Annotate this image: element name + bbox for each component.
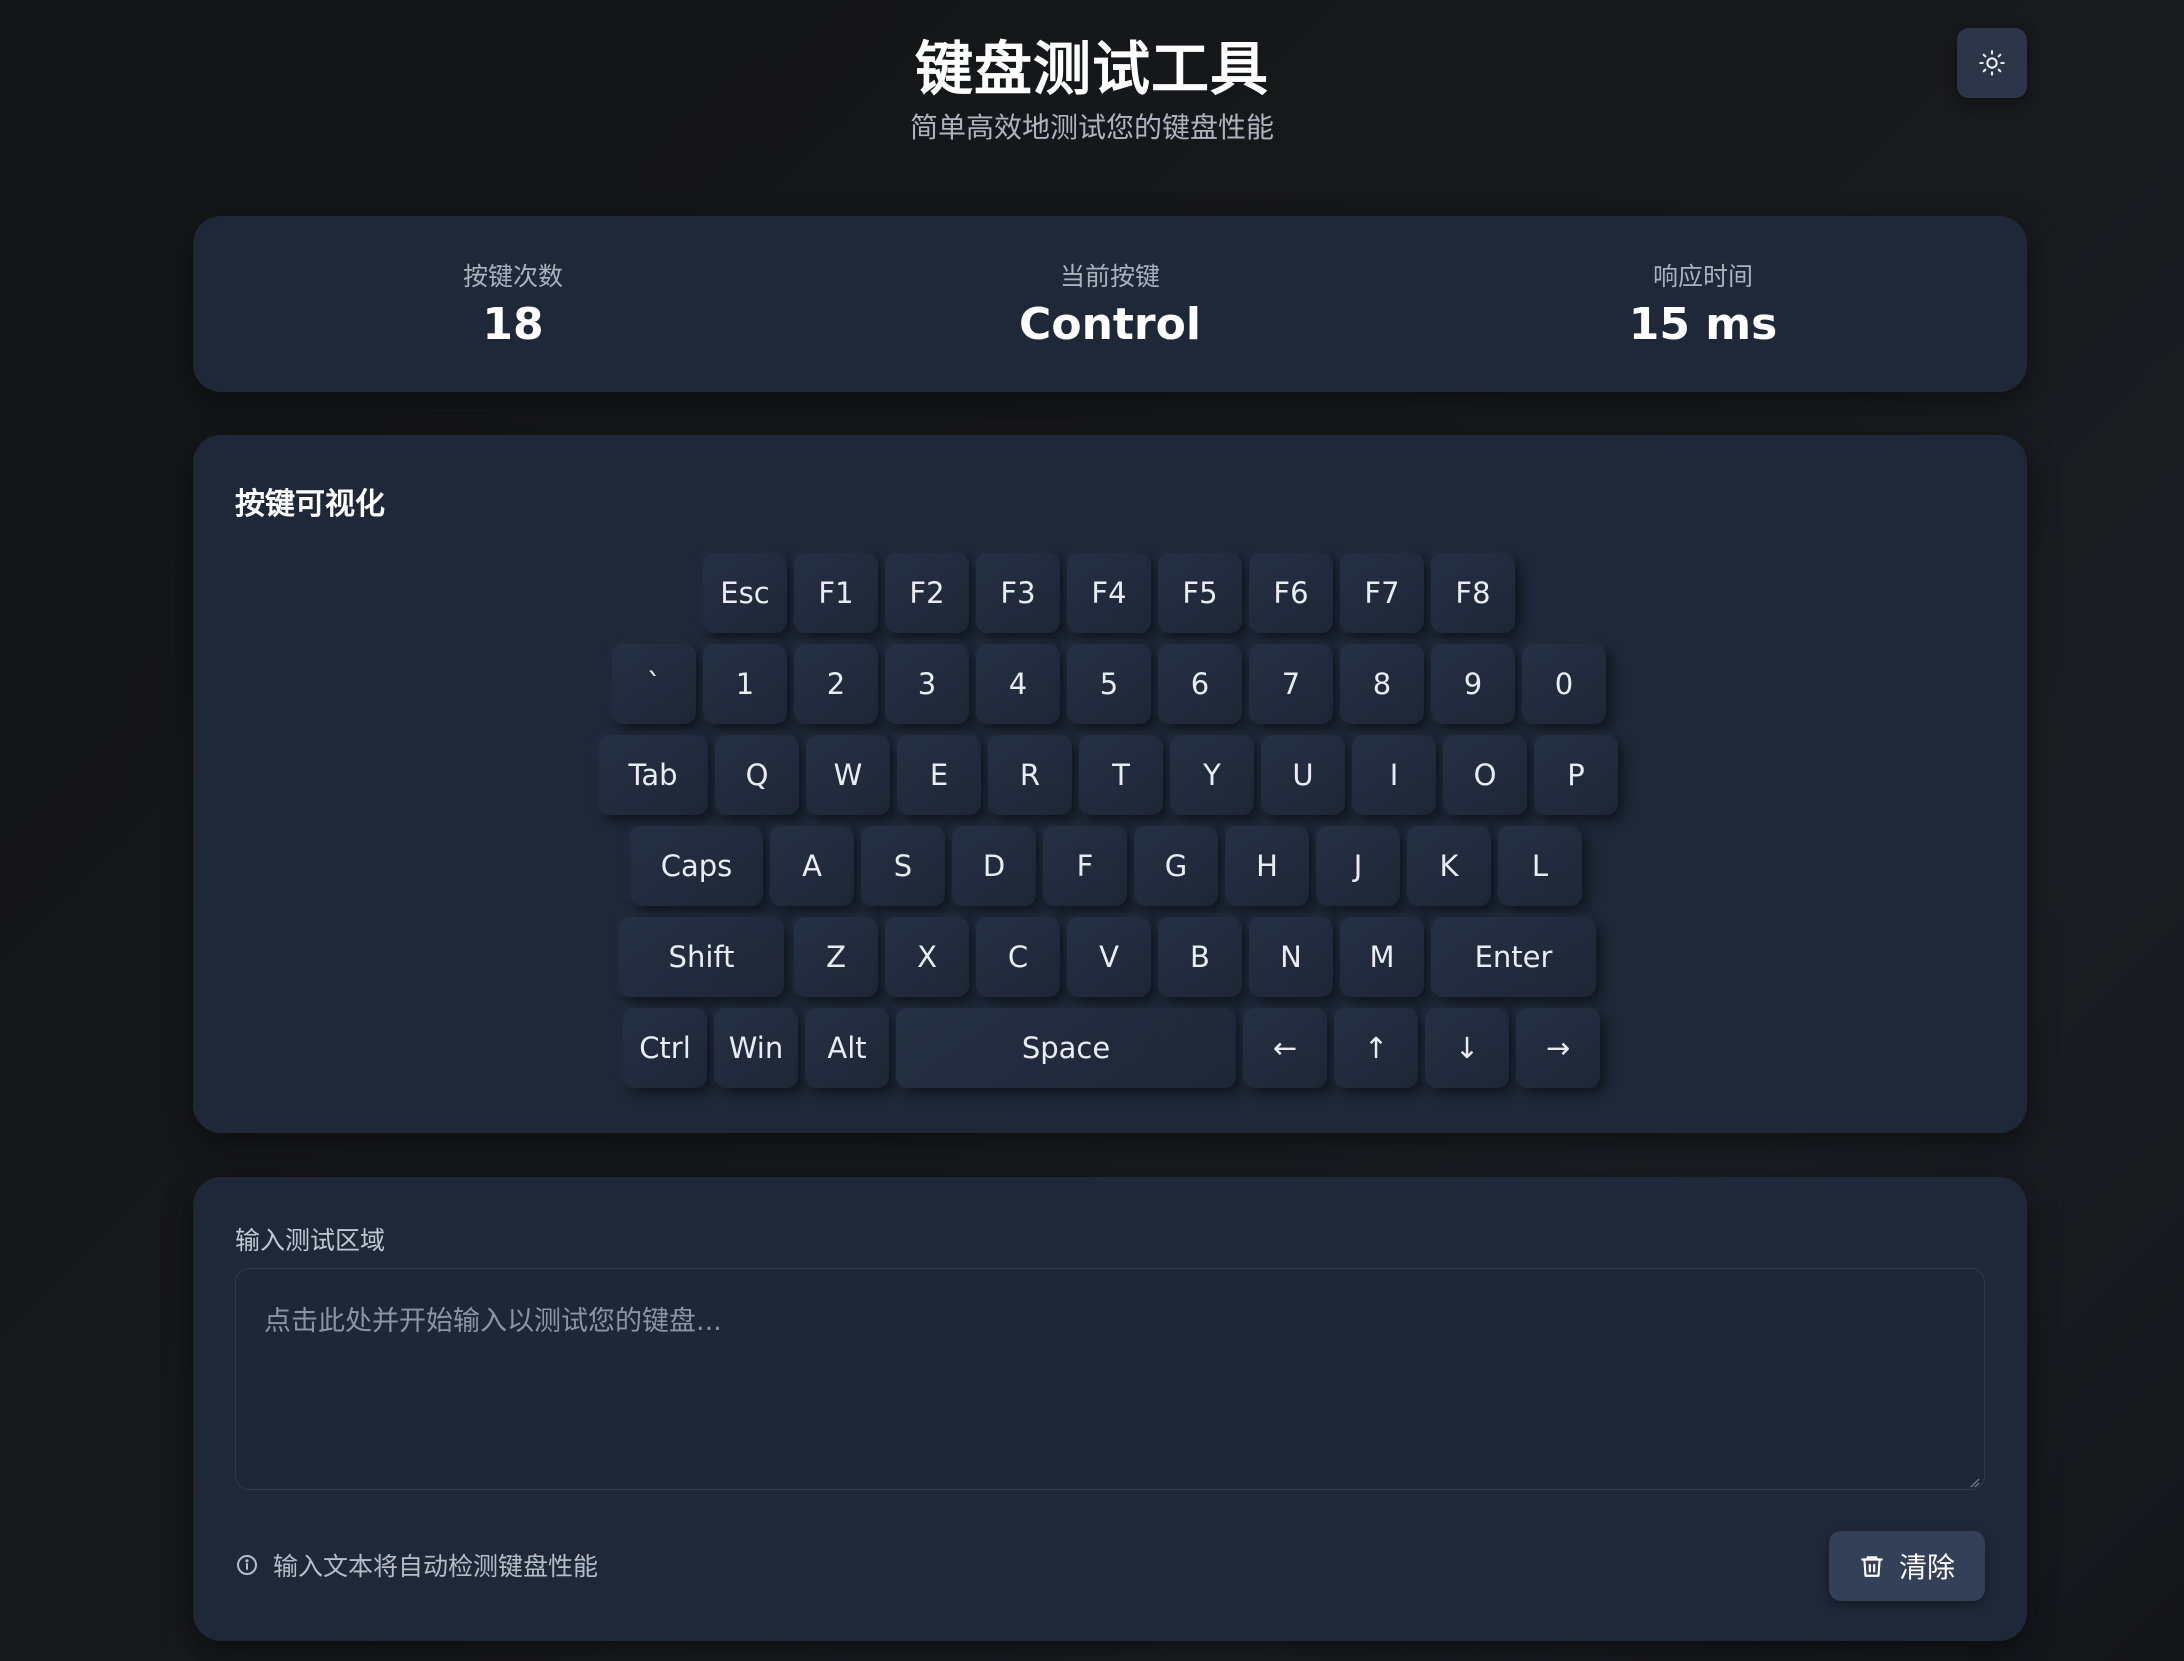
key-u[interactable]: U	[1261, 735, 1345, 815]
key-ctrl[interactable]: Ctrl	[623, 1008, 707, 1088]
response-time-label: 响应时间	[1652, 262, 1753, 291]
key-9[interactable]: 9	[1431, 644, 1515, 724]
key-f2[interactable]: F2	[885, 553, 969, 633]
input-test-panel: 输入测试区域 点击此处并开始输入以测试您的键盘... 输入文本将自动检测键盘性能	[193, 1177, 2027, 1641]
key-6[interactable]: 6	[1158, 644, 1242, 724]
key-left-arrow[interactable]: ←	[1243, 1008, 1327, 1088]
keyboard-visualizer: 按键可视化 Esc F1 F2 F3 F4 F5 F6 F7 F8 ` 1 2 3 4 5 6 7 8 9 0 Tab Q…	[193, 435, 2027, 1133]
key-o[interactable]: O	[1443, 735, 1527, 815]
key-i[interactable]: I	[1352, 735, 1436, 815]
press-count-value: 18	[482, 299, 544, 350]
key-f4[interactable]: F4	[1067, 553, 1151, 633]
key-f5[interactable]: F5	[1158, 553, 1242, 633]
key-2[interactable]: 2	[794, 644, 878, 724]
clear-button[interactable]: 清除	[1829, 1531, 1985, 1601]
key-w[interactable]: W	[806, 735, 890, 815]
current-key-value: Control	[1019, 299, 1201, 350]
key-d[interactable]: D	[952, 826, 1036, 906]
key-f3[interactable]: F3	[976, 553, 1060, 633]
key-f6[interactable]: F6	[1249, 553, 1333, 633]
key-f8[interactable]: F8	[1431, 553, 1515, 633]
key-right-arrow[interactable]: →	[1516, 1008, 1600, 1088]
virtual-keyboard: Esc F1 F2 F3 F4 F5 F6 F7 F8 ` 1 2 3 4 5 6 7 8 9 0 Tab Q W E R T Y U…	[193, 435, 2027, 1133]
key-g[interactable]: G	[1134, 826, 1218, 906]
key-7[interactable]: 7	[1249, 644, 1333, 724]
key-y[interactable]: Y	[1170, 735, 1254, 815]
key-p[interactable]: P	[1534, 735, 1618, 815]
key-v[interactable]: V	[1067, 917, 1151, 997]
key-down-arrow[interactable]: ↓	[1425, 1008, 1509, 1088]
key-x[interactable]: X	[885, 917, 969, 997]
key-k[interactable]: K	[1407, 826, 1491, 906]
key-t[interactable]: T	[1079, 735, 1163, 815]
key-q[interactable]: Q	[715, 735, 799, 815]
key-m[interactable]: M	[1340, 917, 1424, 997]
key-4[interactable]: 4	[976, 644, 1060, 724]
key-5[interactable]: 5	[1067, 644, 1151, 724]
key-win[interactable]: Win	[714, 1008, 798, 1088]
key-backtick[interactable]: `	[612, 644, 696, 724]
key-enter[interactable]: Enter	[1431, 917, 1596, 997]
page-title: 键盘测试工具	[914, 35, 1269, 103]
test-input-textarea[interactable]: 点击此处并开始输入以测试您的键盘...	[235, 1268, 1985, 1490]
key-s[interactable]: S	[861, 826, 945, 906]
key-8[interactable]: 8	[1340, 644, 1424, 724]
trash-icon	[1859, 1553, 1885, 1579]
page-header: 键盘测试工具 简单高效地测试您的键盘性能	[0, 0, 2184, 170]
key-tab[interactable]: Tab	[598, 735, 708, 815]
key-a[interactable]: A	[770, 826, 854, 906]
key-space[interactable]: Space	[896, 1008, 1236, 1088]
key-c[interactable]: C	[976, 917, 1060, 997]
key-l[interactable]: L	[1498, 826, 1582, 906]
key-j[interactable]: J	[1316, 826, 1400, 906]
press-count-label: 按键次数	[462, 262, 563, 291]
clear-button-label: 清除	[1898, 1551, 1955, 1584]
key-1[interactable]: 1	[703, 644, 787, 724]
key-f1[interactable]: F1	[794, 553, 878, 633]
key-up-arrow[interactable]: ↑	[1334, 1008, 1418, 1088]
test-input-placeholder: 点击此处并开始输入以测试您的键盘...	[264, 1306, 722, 1337]
key-z[interactable]: Z	[794, 917, 878, 997]
key-f[interactable]: F	[1043, 826, 1127, 906]
key-0[interactable]: 0	[1522, 644, 1606, 724]
current-key-stat: 当前按键 Control	[900, 260, 1320, 352]
key-r[interactable]: R	[988, 735, 1072, 815]
response-time-value: 15 ms	[1628, 299, 1778, 350]
key-f7[interactable]: F7	[1340, 553, 1424, 633]
page-subtitle: 简单高效地测试您的键盘性能	[909, 111, 1274, 144]
theme-toggle-button[interactable]	[1957, 28, 2027, 98]
key-3[interactable]: 3	[885, 644, 969, 724]
key-alt[interactable]: Alt	[805, 1008, 889, 1088]
key-caps[interactable]: Caps	[630, 826, 763, 906]
input-hint-text: 输入文本将自动检测键盘性能	[273, 1552, 599, 1581]
key-b[interactable]: B	[1158, 917, 1242, 997]
key-e[interactable]: E	[897, 735, 981, 815]
key-h[interactable]: H	[1225, 826, 1309, 906]
input-hint: 输入文本将自动检测键盘性能	[235, 1547, 598, 1583]
info-icon	[235, 1553, 259, 1577]
press-count-stat: 按键次数 18	[303, 260, 723, 352]
current-key-label: 当前按键	[1059, 262, 1160, 291]
resize-handle-icon[interactable]	[1968, 1473, 1980, 1488]
input-area-label: 输入测试区域	[235, 1226, 386, 1255]
key-esc[interactable]: Esc	[703, 553, 787, 633]
response-time-stat: 响应时间 15 ms	[1493, 260, 1913, 352]
key-n[interactable]: N	[1249, 917, 1333, 997]
stats-panel: 按键次数 18 当前按键 Control 响应时间 15 ms	[193, 216, 2027, 392]
sun-icon	[1978, 49, 2006, 77]
key-shift[interactable]: Shift	[619, 917, 784, 997]
